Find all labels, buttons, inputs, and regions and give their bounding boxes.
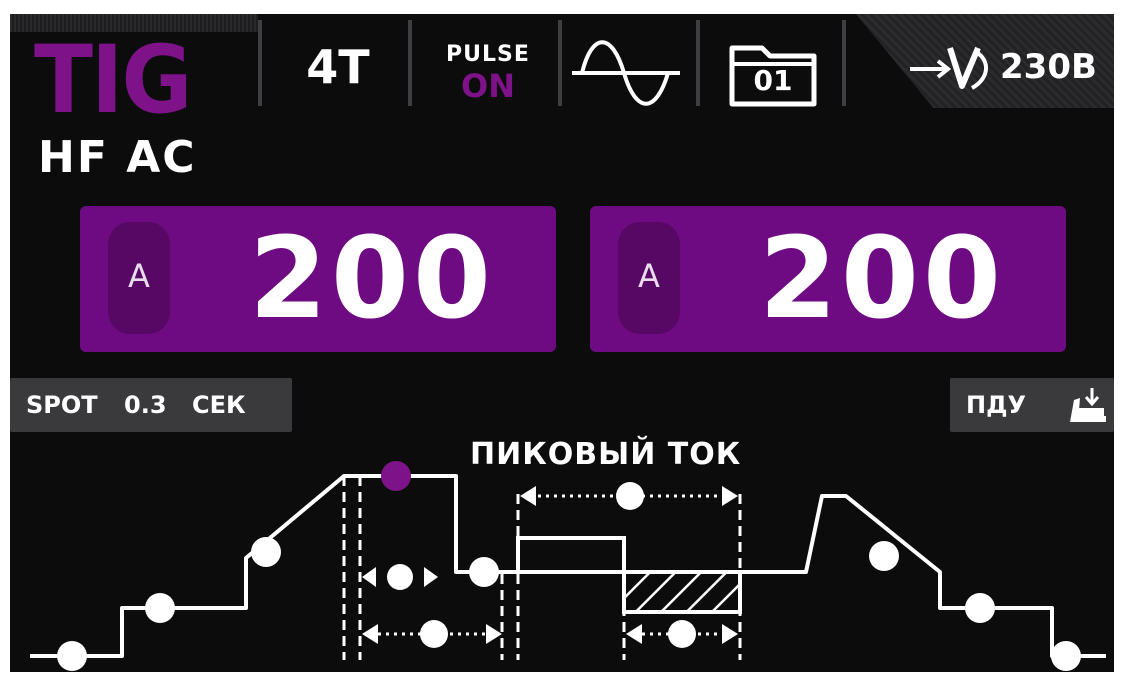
hold-time-arrow[interactable] <box>362 564 438 590</box>
selected-parameter-point[interactable] <box>381 461 411 491</box>
base-time-arrow[interactable] <box>626 620 738 648</box>
peak-current-label: ПИКОВЫЙ ТОК <box>470 437 742 472</box>
parameter-points[interactable] <box>57 537 1081 671</box>
current-curve <box>30 474 1106 658</box>
welder-display: TIG 4T PULSE ON 01 230B HF AC A 200 A 20… <box>10 14 1114 672</box>
spot-time-arrow[interactable] <box>362 620 502 648</box>
pulse-period-arrow[interactable] <box>520 482 738 510</box>
welding-cycle-diagram <box>30 461 1106 671</box>
pulse-peak-block <box>516 536 626 574</box>
pulse-base-block[interactable] <box>622 570 742 614</box>
